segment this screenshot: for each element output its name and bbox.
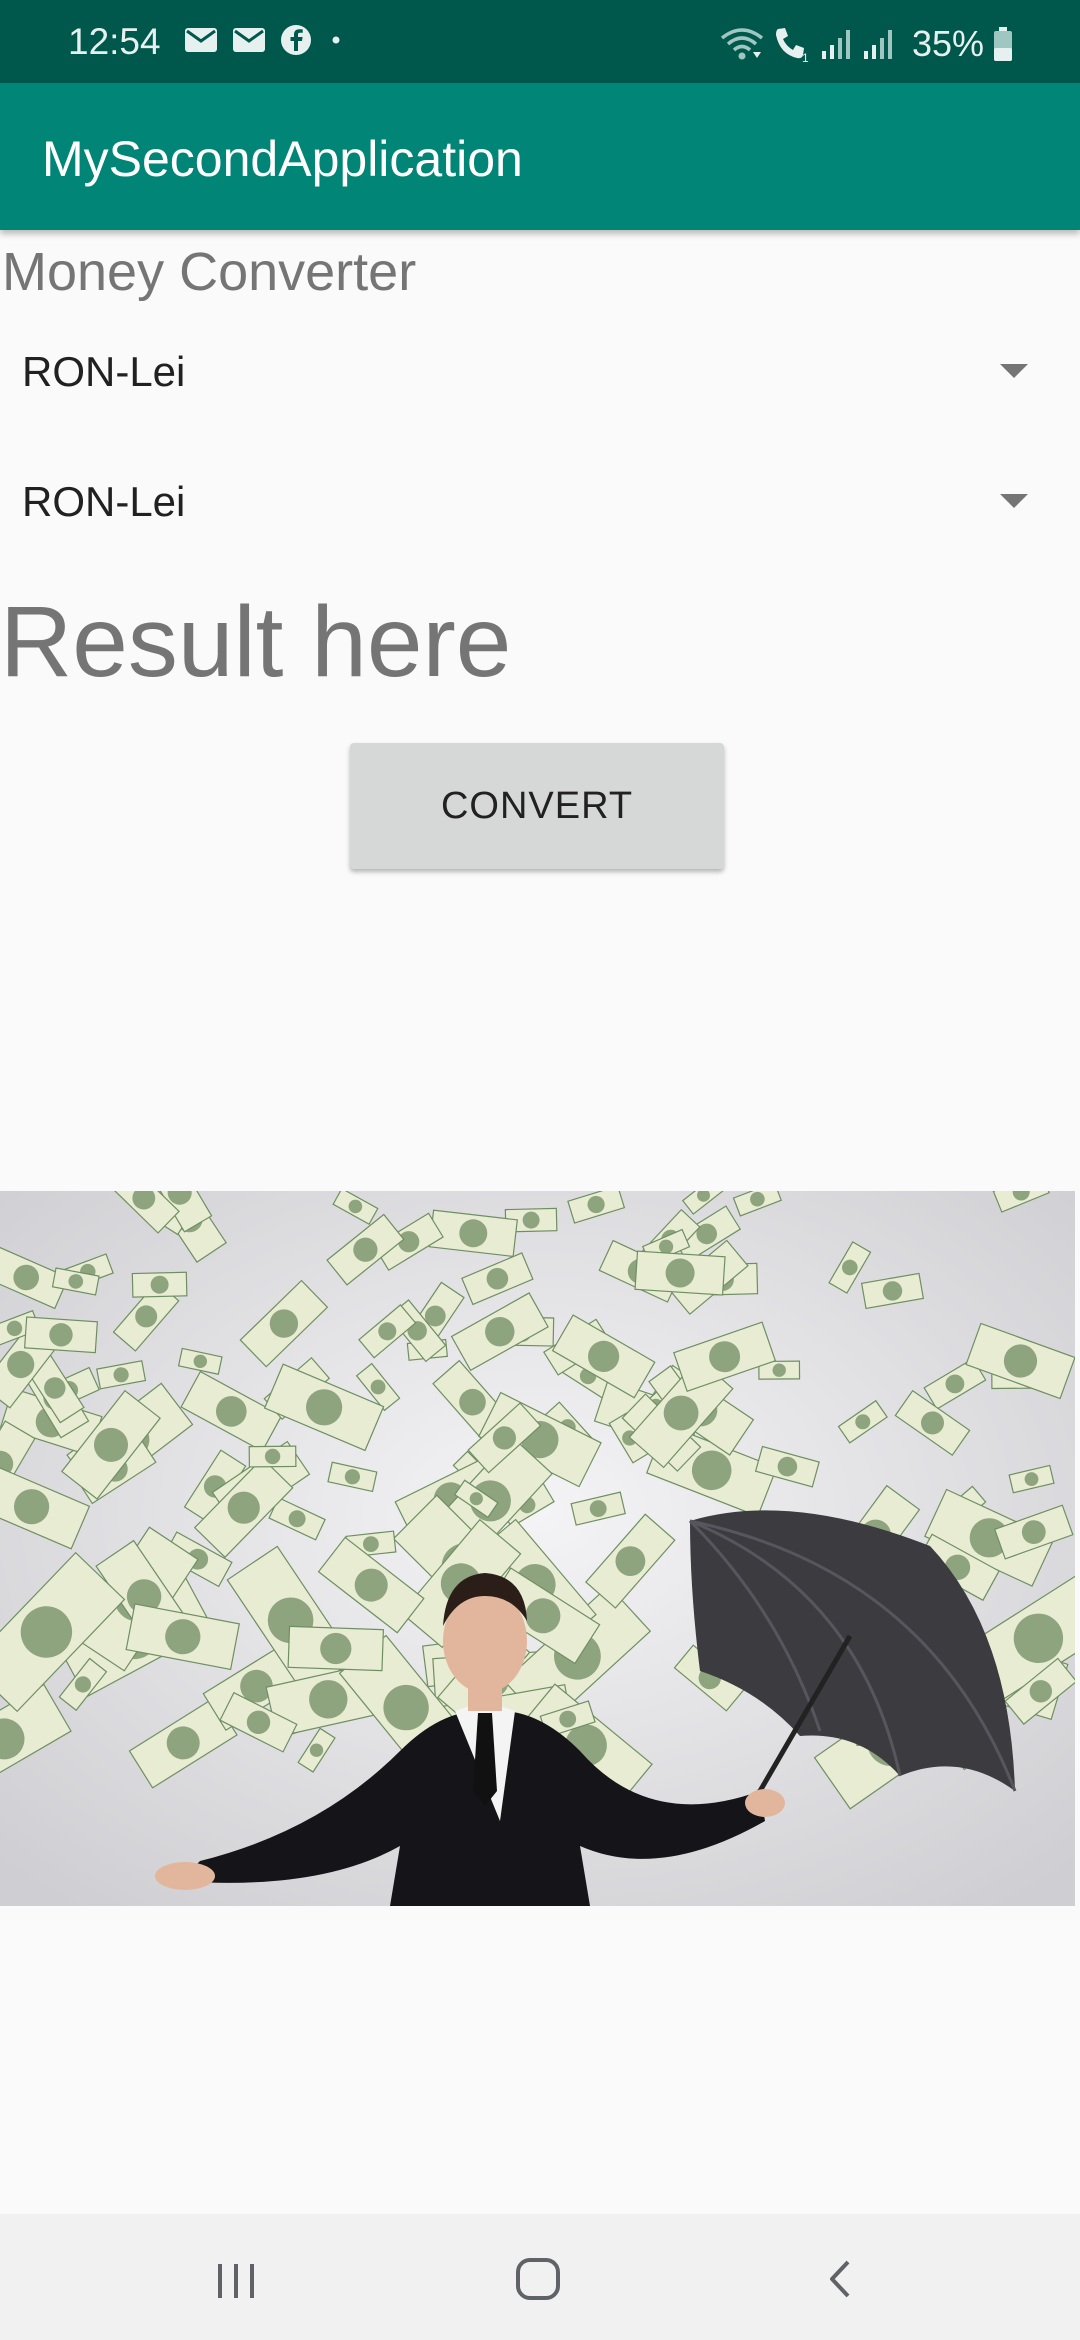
battery-percentage: 35% [911,23,984,64]
banknote [287,1625,385,1672]
from-currency-value: RON-Lei [22,348,186,395]
app-title: MySecondApplication [42,131,523,187]
home-icon [516,2258,560,2300]
banknote [634,1250,726,1296]
result-text: Result here [0,586,512,698]
recents-button[interactable] [136,2214,336,2340]
to-currency-spinner[interactable]: RON-Lei [0,450,1080,560]
email-icon [233,28,265,52]
banknote [23,1316,99,1354]
from-currency-spinner[interactable]: RON-Lei [0,320,1080,430]
system-icons: 1 35% [720,22,1014,66]
screen: 12:54 1 35% MySecondApplication Money Co… [0,0,1080,2340]
converter-heading: Money Converter [2,242,417,302]
navigation-bar [0,2214,1080,2340]
wifi-icon [720,28,764,60]
banknote [248,1445,297,1468]
svg-text:1: 1 [802,51,809,63]
email-icon [185,28,217,52]
app-bar: MySecondApplication [0,83,1080,230]
status-time: 12:54 [68,21,161,62]
money-rain-image [0,1191,1075,1906]
convert-button[interactable]: CONVERT [350,743,724,869]
facebook-icon [281,25,311,55]
home-button[interactable] [438,2214,638,2340]
call-icon: 1 [775,28,809,63]
dropdown-arrow-icon [1000,364,1028,378]
dropdown-arrow-icon [1000,494,1028,508]
back-icon [830,2260,850,2298]
signal-icon [821,30,850,59]
battery-icon [994,27,1012,61]
notification-icons [184,24,346,56]
banknote [131,1271,188,1298]
recents-icon [218,2264,254,2298]
money-rain-illustration [0,1191,1075,1906]
to-currency-value: RON-Lei [22,478,186,525]
status-bar: 12:54 1 35% [0,0,1080,83]
back-button[interactable] [740,2214,940,2340]
signal-icon [863,30,892,59]
dot-icon [332,36,340,44]
